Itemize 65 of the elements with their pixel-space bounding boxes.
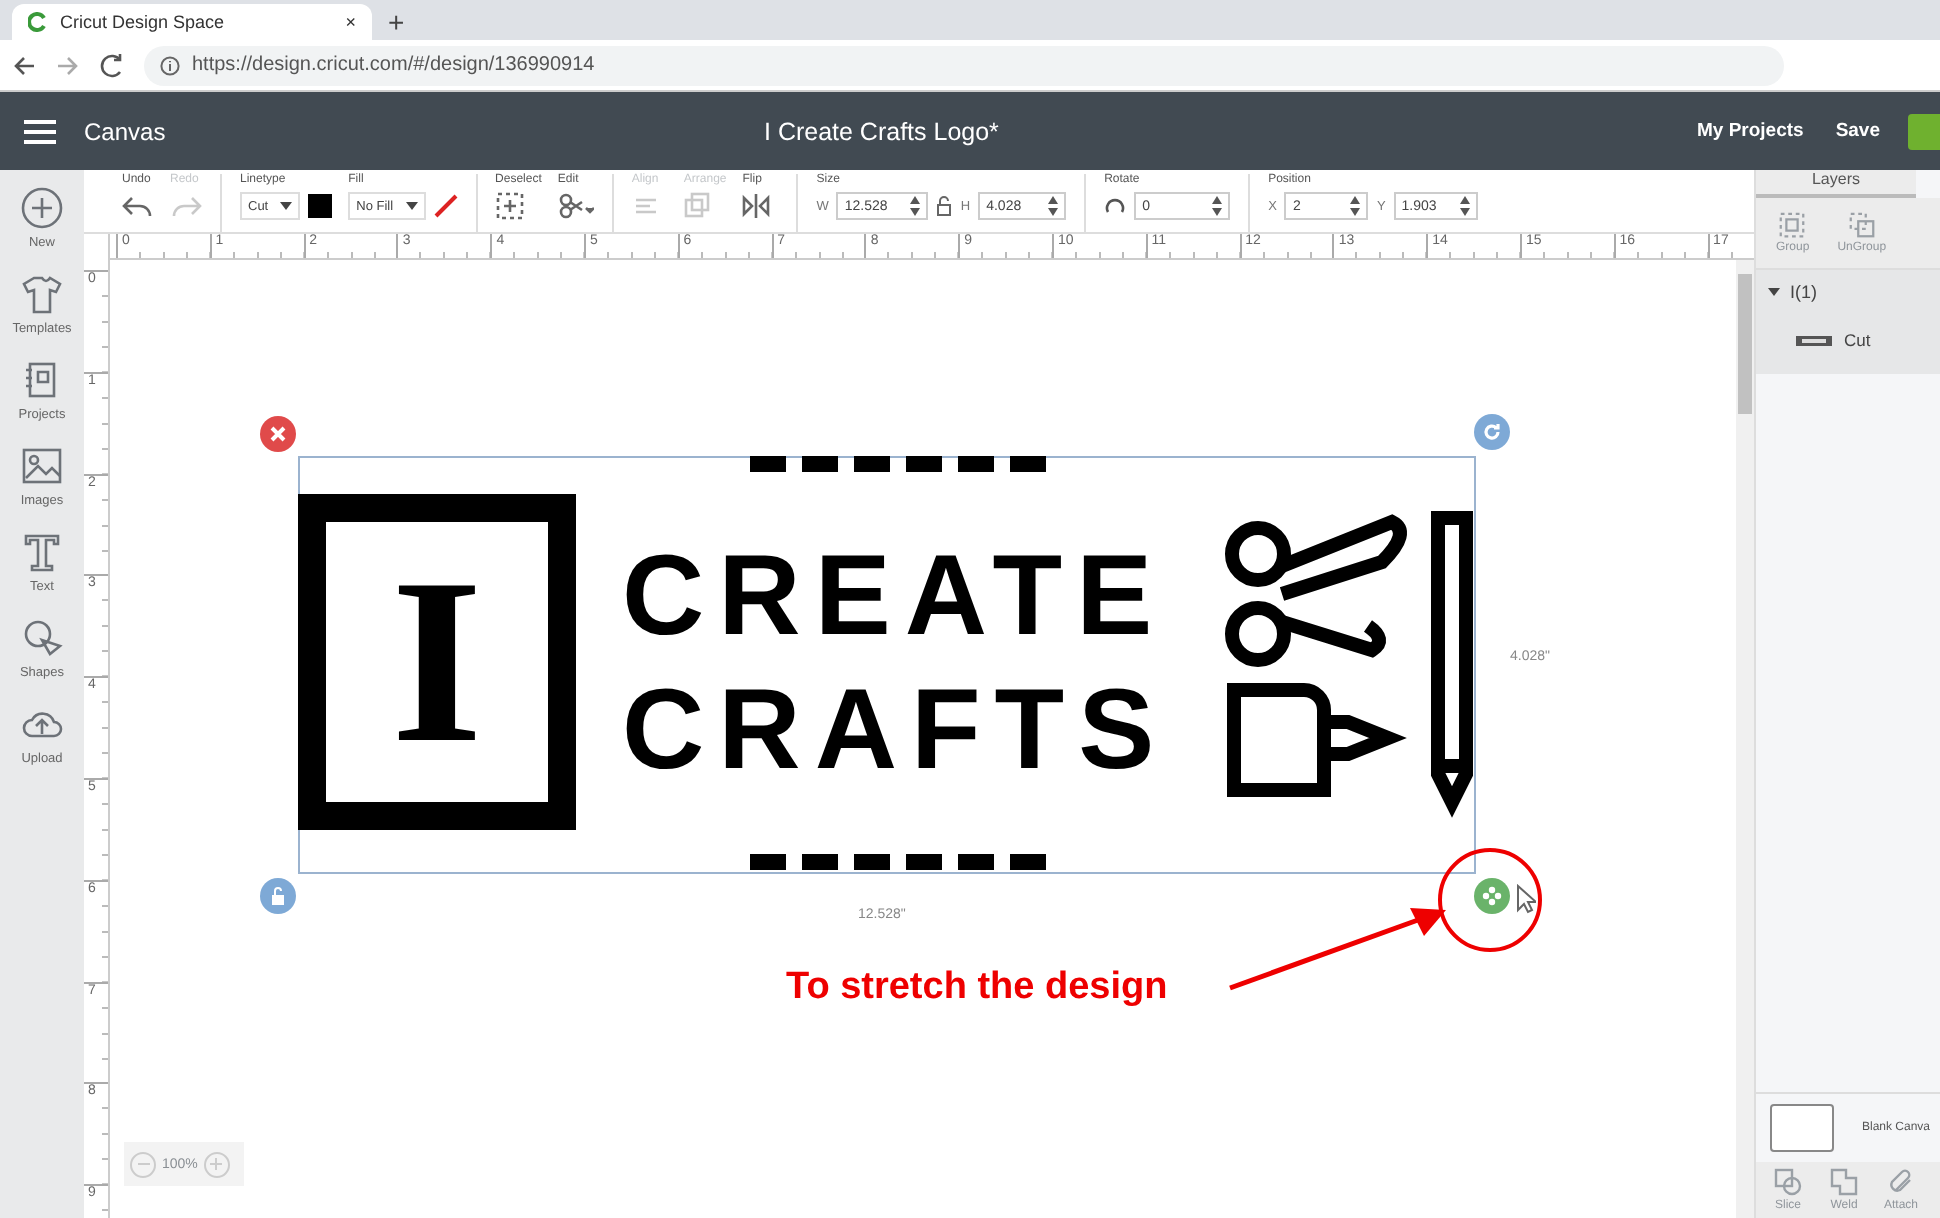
caret-icon [280,202,293,210]
edit-icon [557,192,594,220]
cursor-icon [1516,884,1536,914]
line-color-swatch[interactable] [308,194,333,218]
stepper-icon[interactable] [1350,196,1361,216]
rotate-icon [1482,422,1502,442]
images-icon [20,444,64,488]
logo-word[interactable]: CREATE [622,540,1167,654]
header-link[interactable]: My Projects [1696,120,1804,142]
canvas-thumbnail[interactable] [1770,1104,1834,1152]
weld-icon [1828,1166,1860,1198]
logo-word[interactable]: CRAFTS [622,674,1169,788]
attach-icon [1885,1166,1917,1198]
lock-icon [270,886,286,906]
edit-button[interactable] [557,192,594,220]
highlight-circle [1438,848,1542,952]
expand-caret-icon[interactable] [1768,286,1780,298]
close-icon [270,426,286,442]
selection-box[interactable] [298,456,1476,874]
header-link[interactable]: Save [1835,120,1880,142]
lock-icon[interactable] [936,196,953,216]
address-bar[interactable]: https://design.cricut.com/#/design/136990914 [144,45,1784,85]
group-icon [1776,210,1809,240]
delete-handle[interactable] [260,416,296,452]
text-icon [20,530,64,574]
make-it-button[interactable] [1908,113,1940,149]
deselect-icon [495,192,524,220]
shapes-icon [19,616,64,660]
section-title: Canvas [84,117,168,145]
templates-icon [20,272,64,316]
tab-title[interactable]: Cricut Design Space [60,12,334,32]
new-tab-button[interactable]: + [388,8,405,36]
stepper-icon[interactable] [1459,196,1470,216]
stepper-icon[interactable] [1048,196,1059,216]
menu-icon[interactable] [24,119,56,143]
resize-handle[interactable] [1474,878,1510,914]
rotate-icon [1104,195,1127,217]
layer-name[interactable]: Cut [1844,330,1871,350]
layers-tab[interactable]: Layers [1756,170,1916,198]
info-icon [160,55,180,75]
annotation-text: To stretch the design [786,966,1168,1010]
minus-icon [137,1162,149,1166]
reload-icon [100,51,124,79]
vertical-scrollbar[interactable] [1736,260,1754,1218]
slice-icon [1772,1166,1804,1198]
logo-letter[interactable]: I [298,494,576,830]
ungroup-icon [1845,210,1878,240]
close-tab-button[interactable]: × [345,12,356,32]
stepper-icon[interactable] [1212,196,1223,216]
back-icon [12,51,36,79]
redo-icon [170,192,202,220]
no-fill-icon[interactable] [433,194,458,218]
undo-icon [122,192,154,220]
stepper-icon[interactable] [910,196,921,216]
plus-icon [210,1158,223,1170]
forward-icon [56,51,80,79]
caret-icon [405,202,418,210]
lock-handle[interactable] [260,878,296,914]
undo-button[interactable] [122,192,154,220]
layer-group-name[interactable]: I(1) [1790,282,1817,302]
layer-thumbnail-icon [1796,335,1832,345]
project-title: I Create Crafts Logo* [764,117,1001,145]
logo-icon [28,12,48,32]
rotate-handle[interactable] [1474,414,1510,450]
new-icon [20,186,64,230]
